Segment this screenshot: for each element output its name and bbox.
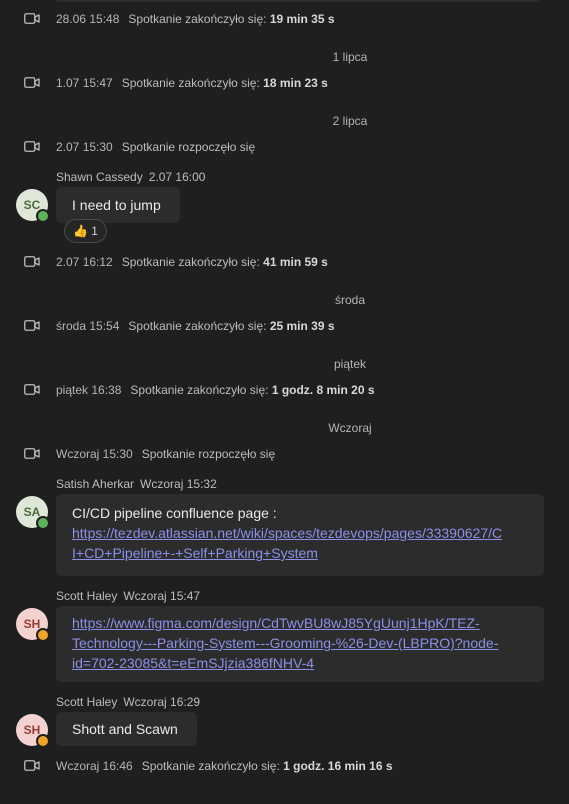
message-header: Scott Haley Wczoraj 15:47 [56, 589, 200, 603]
confluence-link[interactable]: https://tezdev.atlassian.net/wiki/spaces… [72, 525, 502, 561]
event-duration: 25 min 39 s [269, 319, 335, 333]
reaction-button[interactable]: 👍 1 [64, 219, 107, 243]
message-bubble[interactable]: CI/CD pipeline confluence page : https:/… [56, 494, 544, 576]
event-text: Spotkanie zakończyło się: [141, 759, 280, 773]
event-duration: 41 min 59 s [263, 255, 328, 269]
sender-name[interactable]: Satish Aherkar [56, 477, 134, 491]
event-time: środa 15:54 [56, 319, 120, 333]
message-bubble[interactable]: Shott and Scawn [56, 712, 197, 746]
date-divider: środa [334, 293, 366, 307]
meeting-event: Wczoraj 16:46 Spotkanie zakończyło się: 1… [0, 756, 569, 776]
reaction-count: 1 [91, 224, 98, 238]
thumbs-up-emoji: 👍 [73, 224, 88, 238]
event-duration: 18 min 23 s [263, 76, 328, 90]
message-time: Wczoraj 16:29 [123, 695, 201, 709]
sender-name[interactable]: Shawn Cassedy [56, 170, 143, 184]
event-duration: 19 min 35 s [269, 12, 335, 26]
message-time: Wczoraj 15:47 [123, 589, 201, 603]
meeting-event: środa 15:54 Spotkanie zakończyło się: 25 … [0, 316, 569, 336]
meeting-event: 2.07 16:12 Spotkanie zakończyło się: 41 m… [0, 252, 569, 272]
video-camera-icon [24, 77, 40, 88]
message-text: CI/CD pipeline confluence page : [72, 505, 277, 521]
video-camera-icon [24, 141, 40, 152]
video-camera-icon [24, 760, 40, 771]
video-camera-icon [24, 320, 40, 331]
sender-name[interactable]: Scott Haley [56, 695, 117, 709]
avatar[interactable]: SH [16, 714, 50, 748]
event-time: 28.06 15:48 [56, 12, 120, 26]
meeting-event: 1.07 15:47 Spotkanie zakończyło się: 18 m… [0, 73, 569, 93]
message-text: Shott and Scawn [72, 721, 178, 737]
video-camera-icon [24, 13, 40, 24]
message-text: I need to jump [72, 197, 161, 213]
event-duration: 1 godz. 8 min 20 s [271, 383, 375, 397]
message-header: Scott Haley Wczoraj 16:29 [56, 695, 200, 709]
event-text: Spotkanie zakończyło się: [128, 319, 267, 333]
check-icon [36, 516, 50, 530]
meeting-event: 28.06 15:48 Spotkanie zakończyło się: 19 … [0, 9, 569, 29]
event-text: Spotkanie zakończyło się: [121, 76, 260, 90]
clock-icon [36, 628, 50, 642]
date-divider: 2 lipca [332, 114, 368, 128]
message-bubble[interactable]: I need to jump [56, 187, 180, 223]
message-bubble[interactable]: https://www.figma.com/design/CdTwvBU8wJ8… [56, 606, 544, 682]
event-text: Spotkanie zakończyło się: [128, 12, 267, 26]
event-time: 1.07 15:47 [56, 76, 113, 90]
date-divider: Wczoraj [328, 421, 372, 435]
event-time: Wczoraj 16:46 [56, 759, 133, 773]
message-header: Satish Aherkar Wczoraj 15:32 [56, 477, 217, 491]
message-time: Wczoraj 15:32 [140, 477, 217, 491]
event-time: 2.07 16:12 [56, 255, 113, 269]
figma-link[interactable]: https://www.figma.com/design/CdTwvBU8wJ8… [72, 615, 498, 671]
event-text: Spotkanie rozpoczęło się [121, 140, 256, 154]
date-divider: piątek [333, 357, 367, 371]
video-camera-icon [24, 448, 40, 459]
check-icon [36, 209, 50, 223]
avatar[interactable]: SH [16, 608, 50, 642]
date-divider: 1 lipca [332, 50, 368, 64]
video-camera-icon [24, 256, 40, 267]
clock-icon [36, 734, 50, 748]
avatar[interactable]: SA [16, 496, 50, 530]
meeting-event: Wczoraj 15:30 Spotkanie rozpoczęło się [0, 444, 569, 464]
event-text: Spotkanie zakończyło się: [121, 255, 260, 269]
previous-message-edge [56, 0, 540, 2]
event-time: Wczoraj 15:30 [56, 447, 133, 461]
event-text: Spotkanie zakończyło się: [130, 383, 269, 397]
sender-name[interactable]: Scott Haley [56, 589, 117, 603]
video-camera-icon [24, 384, 40, 395]
message-header: Shawn Cassedy 2.07 16:00 [56, 170, 205, 184]
event-text: Spotkanie rozpoczęło się [141, 447, 276, 461]
event-time: 2.07 15:30 [56, 140, 113, 154]
meeting-event: piątek 16:38 Spotkanie zakończyło się: 1 … [0, 380, 569, 400]
event-duration: 1 godz. 16 min 16 s [283, 759, 393, 773]
meeting-event: 2.07 15:30 Spotkanie rozpoczęło się [0, 137, 569, 157]
message-time: 2.07 16:00 [148, 170, 206, 184]
avatar[interactable]: SC [16, 189, 50, 223]
event-time: piątek 16:38 [56, 383, 122, 397]
